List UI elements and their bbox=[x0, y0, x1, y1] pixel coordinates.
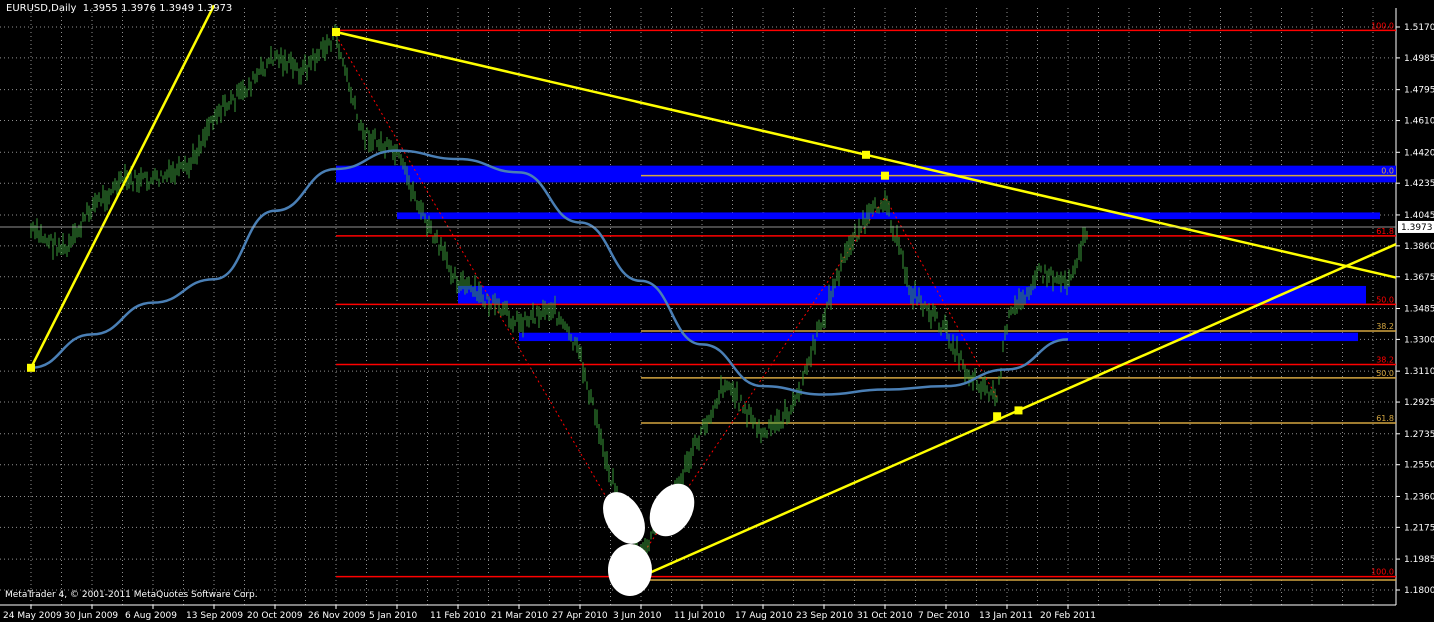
y-tick-label: 1.3110 bbox=[1404, 367, 1434, 377]
x-tick-label: 20 Oct 2009 bbox=[247, 611, 303, 621]
x-tick-label: 7 Dec 2010 bbox=[918, 611, 970, 621]
x-tick-label: 23 Sep 2010 bbox=[796, 611, 853, 621]
level-label: 38.2 bbox=[1376, 322, 1394, 331]
level-label: 38.2 bbox=[1376, 355, 1394, 364]
y-tick-label: 1.4235 bbox=[1404, 179, 1434, 189]
x-tick-label: 13 Sep 2009 bbox=[186, 611, 243, 621]
level-label: 61.8 bbox=[1376, 227, 1394, 236]
copyright-text: MetaTrader 4, © 2001-2011 MetaQuotes Sof… bbox=[5, 590, 258, 600]
y-tick-label: 1.5170 bbox=[1404, 23, 1434, 33]
blue-zone bbox=[458, 285, 1366, 304]
y-tick-label: 1.2735 bbox=[1404, 430, 1434, 440]
y-tick-label: 1.4985 bbox=[1404, 54, 1434, 64]
y-tick-label: 1.2175 bbox=[1404, 523, 1434, 533]
chart-window: 100.0 61.8 50.0 38.2 100.0 0.0 38.2 50.0 61.8 1.… bbox=[0, 0, 1434, 622]
blue-zone bbox=[519, 332, 1358, 342]
trendline-1[interactable] bbox=[29, 4, 216, 369]
x-tick-label: 6 Aug 2009 bbox=[125, 611, 177, 621]
level-label: 50.0 bbox=[1376, 369, 1394, 378]
highlight-ellipse bbox=[649, 483, 695, 537]
y-tick-label: 1.1985 bbox=[1404, 555, 1434, 565]
y-tick-label: 1.2550 bbox=[1404, 461, 1434, 471]
y-tick-label: 1.3485 bbox=[1404, 305, 1434, 315]
level-label: 0.0 bbox=[1381, 167, 1394, 176]
x-tick-label: 24 May 2009 bbox=[3, 611, 62, 621]
time-axis: 24 May 2009 30 Jun 2009 6 Aug 2009 13 Sep 2… bbox=[3, 605, 1096, 621]
y-tick-label: 1.4795 bbox=[1404, 86, 1434, 96]
y-tick-label: 1.4420 bbox=[1404, 148, 1434, 158]
x-tick-label: 13 Jan 2011 bbox=[979, 611, 1033, 621]
x-tick-label: 31 Oct 2010 bbox=[857, 611, 913, 621]
current-price-label: 1.3973 bbox=[1401, 223, 1433, 233]
x-tick-label: 11 Feb 2010 bbox=[430, 611, 486, 621]
y-tick-label: 1.2925 bbox=[1404, 398, 1434, 408]
x-tick-label: 20 Feb 2011 bbox=[1040, 611, 1096, 621]
x-tick-label: 17 Aug 2010 bbox=[735, 611, 793, 621]
level-label: 50.0 bbox=[1376, 295, 1394, 304]
y-tick-label: 1.3675 bbox=[1404, 273, 1434, 283]
y-tick-label: 1.1800 bbox=[1404, 586, 1434, 596]
y-tick-label: 1.4045 bbox=[1404, 211, 1434, 221]
y-tick-label: 1.4610 bbox=[1404, 117, 1434, 127]
highlight-ellipses bbox=[603, 483, 695, 596]
x-tick-label: 3 Jun 2010 bbox=[613, 611, 662, 621]
level-label: 61.8 bbox=[1376, 414, 1394, 423]
y-tick-label: 1.3860 bbox=[1404, 242, 1434, 252]
chart-header: EURUSD,Daily 1.3955 1.3976 1.3949 1.3973 bbox=[6, 3, 232, 14]
x-tick-label: 5 Jan 2010 bbox=[369, 611, 417, 621]
highlight-ellipse bbox=[608, 544, 652, 596]
grid-lines bbox=[0, 8, 1397, 606]
x-tick-label: 30 Jun 2009 bbox=[64, 611, 118, 621]
trendline-handle bbox=[1014, 406, 1023, 415]
trendline-handle bbox=[27, 363, 35, 372]
ohlc-values: 1.3955 1.3976 1.3949 1.3973 bbox=[82, 3, 233, 14]
level-label: 100.0 bbox=[1371, 21, 1394, 30]
symbol-label: EURUSD,Daily bbox=[6, 3, 77, 14]
x-tick-label: 21 Mar 2010 bbox=[491, 611, 548, 621]
trendline-handle bbox=[332, 28, 340, 37]
y-tick-label: 1.3300 bbox=[1404, 335, 1434, 345]
level-label: 100.0 bbox=[1371, 568, 1394, 577]
chart-canvas[interactable]: 100.0 61.8 50.0 38.2 100.0 0.0 38.2 50.0 61.8 1.… bbox=[0, 0, 1434, 622]
x-tick-label: 11 Jul 2010 bbox=[674, 611, 725, 621]
trendline-handle bbox=[881, 171, 889, 180]
trendline-handle bbox=[993, 412, 1002, 421]
x-tick-label: 26 Nov 2009 bbox=[308, 611, 366, 621]
price-axis: 1.5170 1.4985 1.4795 1.4610 1.4420 1.4235 1.40… bbox=[0, 23, 1434, 596]
y-tick-label: 1.2360 bbox=[1404, 492, 1434, 502]
x-tick-label: 27 Apr 2010 bbox=[552, 611, 608, 621]
trendline-handle bbox=[862, 150, 870, 159]
